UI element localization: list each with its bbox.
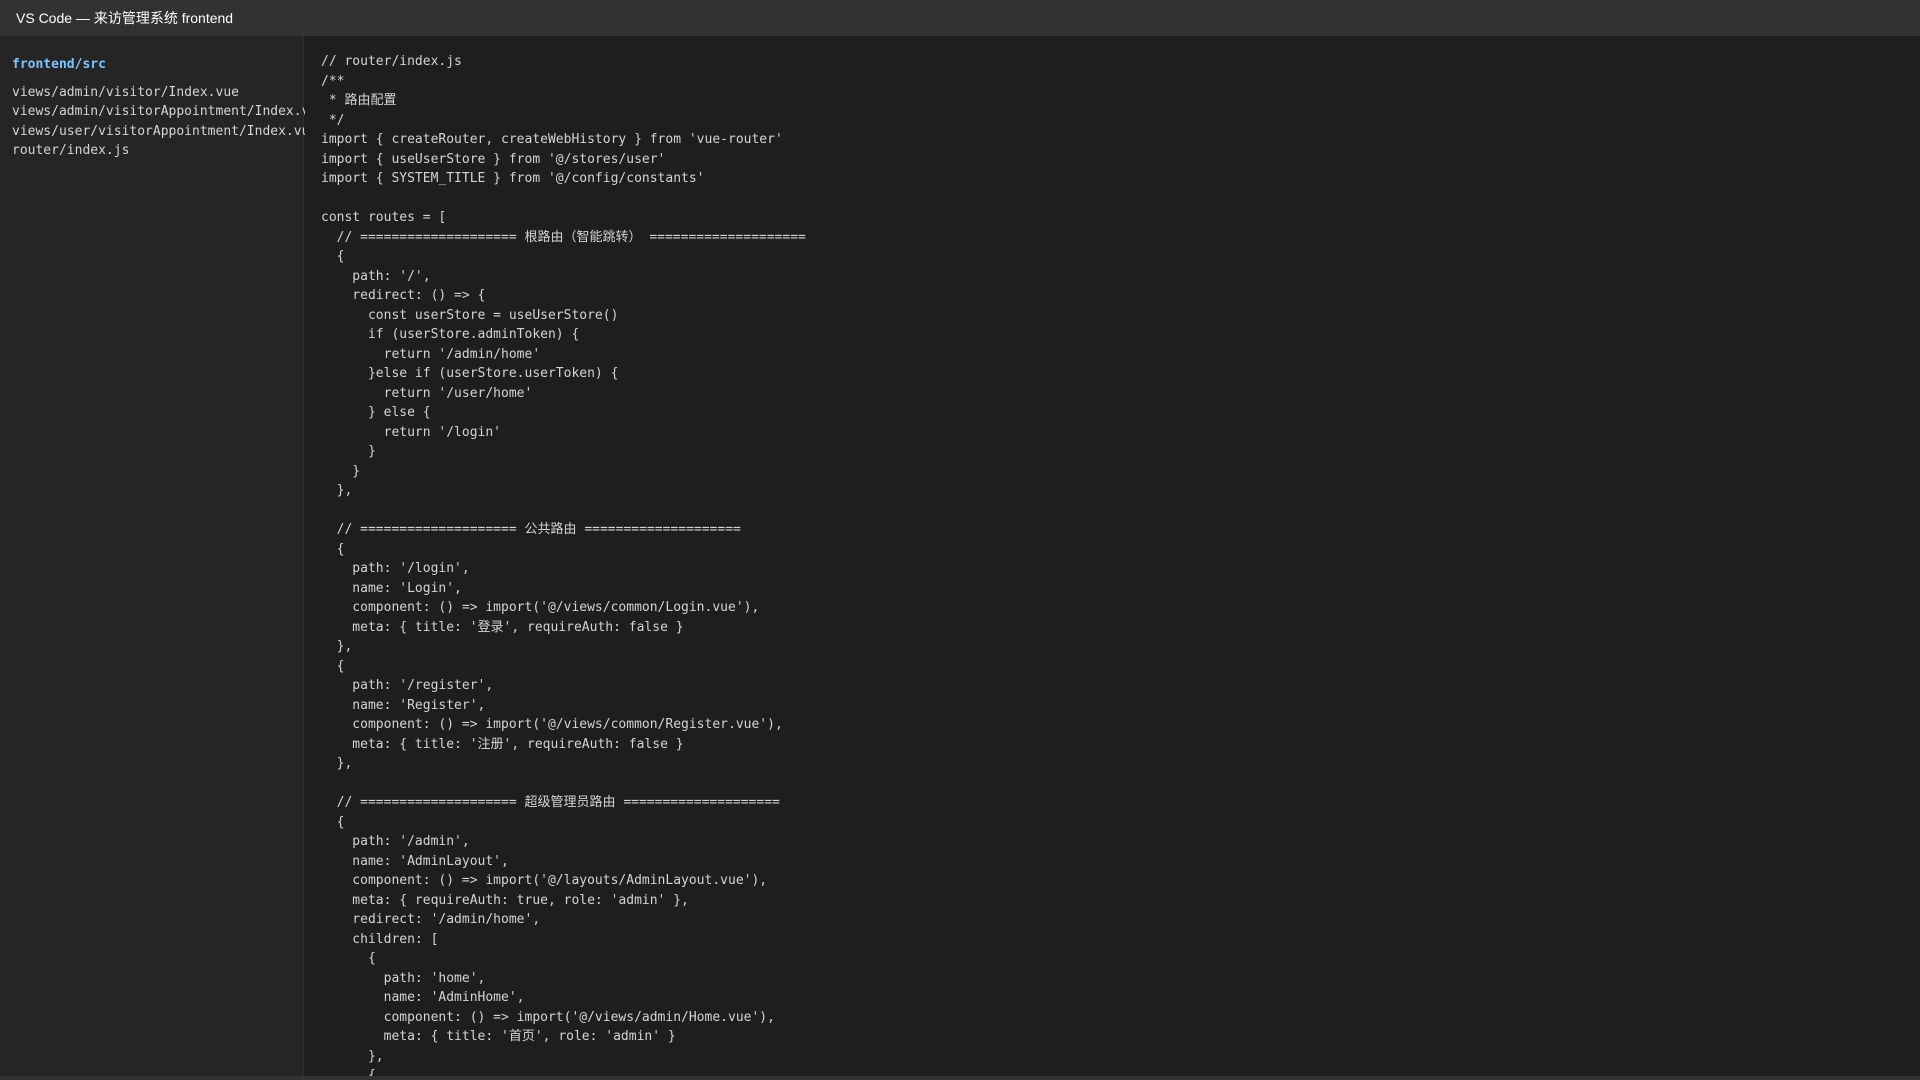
code-line: }, — [321, 483, 353, 498]
code-line: { — [321, 249, 345, 264]
file-list: views/admin/visitor/Index.vue views/admi… — [0, 83, 325, 161]
code-line: path: '/', — [321, 268, 431, 284]
code-line: name: 'AdminLayout', — [321, 853, 509, 869]
code-line: name: 'Login', — [321, 580, 462, 596]
code-line: * 路由配置 — [321, 93, 397, 108]
code-line: component: () => import('@/views/admin/H… — [321, 1009, 775, 1025]
code-line: return '/login' — [321, 424, 502, 440]
code-line: } else { — [321, 405, 431, 420]
code-line: const routes = [ — [321, 210, 447, 225]
code-line: // ==================== 公共路由 ===========… — [321, 522, 741, 537]
code-line: */ — [321, 112, 345, 128]
code-line: path: 'home', — [321, 970, 486, 986]
workspace: frontend/src views/admin/visitor/Index.v… — [0, 36, 1920, 1076]
code-line: import { SYSTEM_TITLE } from '@/config/c… — [321, 171, 705, 186]
code-line: component: () => import('@/views/common/… — [321, 600, 760, 615]
code-line: redirect: () => { — [321, 288, 486, 303]
code-line: meta: { title: '首页', role: 'admin' } — [321, 1029, 676, 1044]
code-line: redirect: '/admin/home', — [321, 912, 541, 927]
code-line: }else if (userStore.userToken) { — [321, 366, 619, 381]
code-line: { — [321, 951, 376, 966]
code-line: }, — [321, 756, 353, 771]
code-line: return '/admin/home' — [321, 346, 541, 362]
code-line: { — [321, 541, 345, 557]
status-bar-edge — [0, 1076, 1920, 1080]
file-explorer-sidebar: frontend/src views/admin/visitor/Index.v… — [0, 36, 325, 1076]
code-line: return '/user/home' — [321, 385, 533, 401]
code-line: }, — [321, 639, 353, 654]
code-line: { — [321, 658, 345, 674]
code-line: if (userStore.adminToken) { — [321, 327, 580, 342]
code-line: /** — [321, 73, 345, 89]
window-title: VS Code — 来访管理系统 frontend — [16, 10, 234, 26]
code-line: component: () => import('@/views/common/… — [321, 717, 783, 732]
code-line: meta: { title: '注册', requireAuth: false … — [321, 736, 684, 752]
code-line: name: 'AdminHome', — [321, 990, 525, 1005]
code-line: const userStore = useUserStore() — [321, 307, 619, 323]
code-line: meta: { title: '登录', requireAuth: false … — [321, 619, 684, 635]
code-line: children: [ — [321, 931, 439, 947]
code-line: path: '/admin', — [321, 834, 470, 849]
code-content[interactable]: // router/index.js /** * 路由配置 */ import { … — [305, 36, 1920, 1076]
code-editor[interactable]: // router/index.js /** * 路由配置 */ import { … — [305, 36, 1920, 1076]
code-line: { — [321, 814, 345, 830]
window-title-bar: VS Code — 来访管理系统 frontend — [0, 0, 1920, 36]
file-item-admin-visitor-appointment-index[interactable]: views/admin/visitorAppointment/Index.vue — [0, 102, 325, 122]
explorer-folder-title[interactable]: frontend/src — [0, 55, 303, 75]
file-item-user-visitor-appointment-index[interactable]: views/user/visitorAppointment/Index.vue — [0, 122, 317, 142]
code-line: { — [321, 1068, 376, 1076]
file-item-admin-visitor-index[interactable]: views/admin/visitor/Index.vue — [0, 83, 303, 103]
code-line: import { useUserStore } from '@/stores/u… — [321, 151, 666, 167]
code-line: // ==================== 根路由（智能跳转） ======… — [321, 229, 806, 245]
code-line: path: '/register', — [321, 678, 494, 693]
code-line: component: () => import('@/layouts/Admin… — [321, 873, 768, 888]
code-line: } — [321, 463, 361, 479]
code-line: } — [321, 444, 376, 459]
code-line: path: '/login', — [321, 561, 470, 576]
code-line: // ==================== 超级管理员路由 ========… — [321, 795, 780, 810]
code-line: }, — [321, 1048, 384, 1064]
code-line: name: 'Register', — [321, 697, 486, 713]
code-line: // router/index.js — [321, 54, 462, 69]
code-line: meta: { requireAuth: true, role: 'admin'… — [321, 892, 689, 908]
code-line: import { createRouter, createWebHistory … — [321, 132, 783, 147]
file-item-router-index[interactable]: router/index.js — [0, 141, 303, 161]
